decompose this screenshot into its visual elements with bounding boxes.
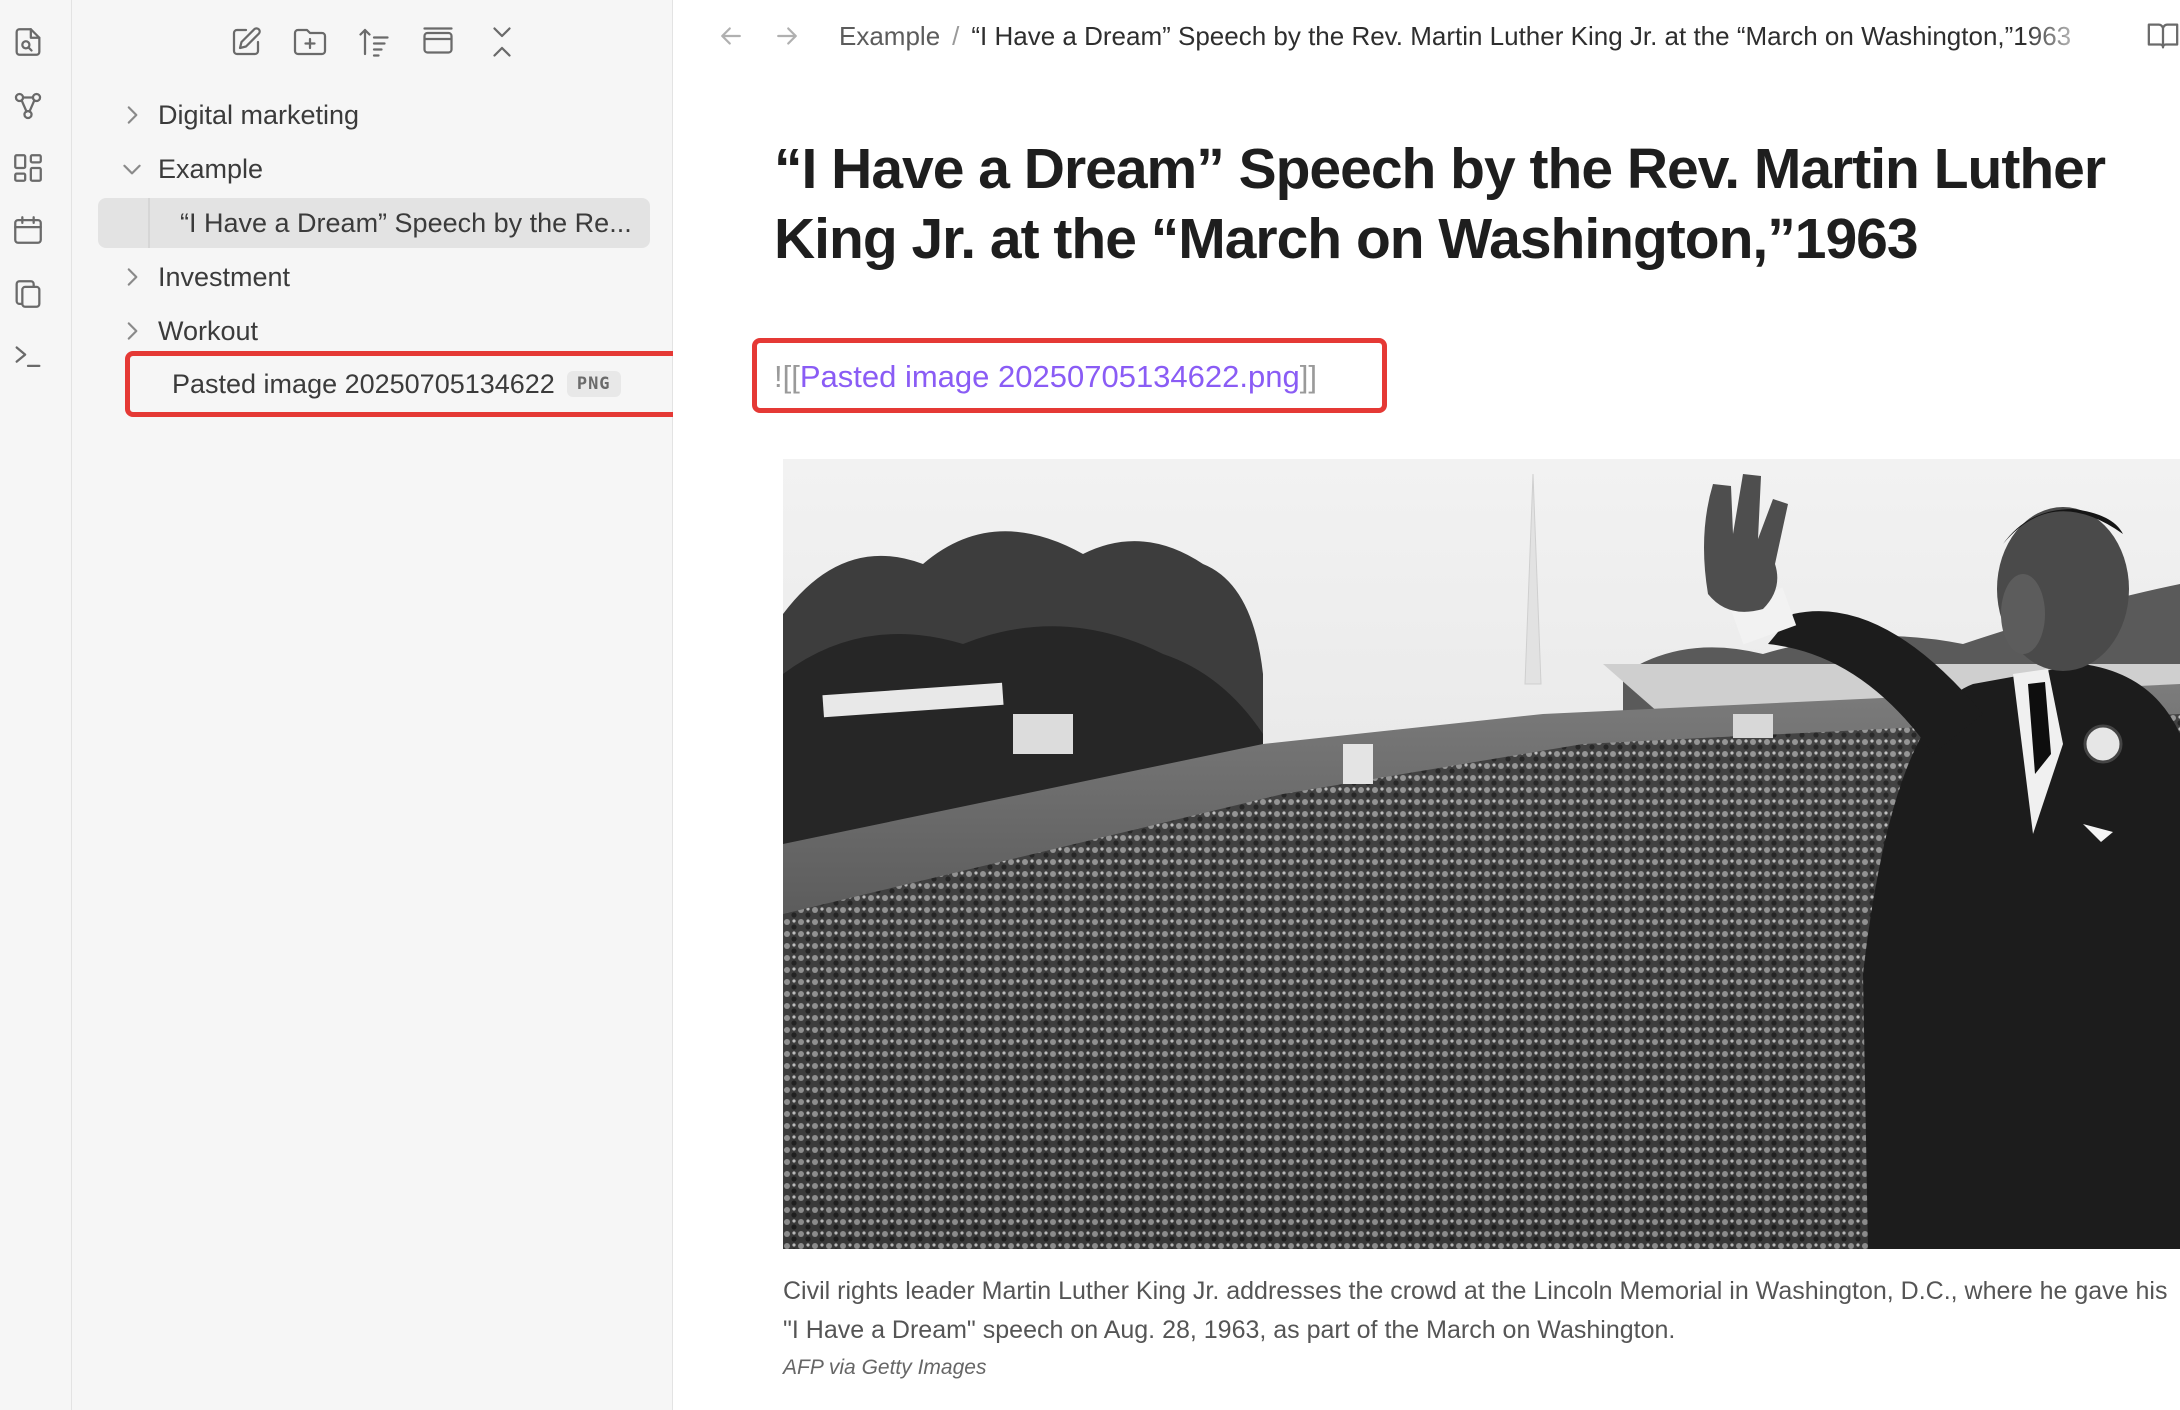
tree-note-i-have-a-dream[interactable]: “I Have a Dream” Speech by the Re... — [98, 198, 650, 248]
note-title[interactable]: “I Have a Dream” Speech by the Rev. Mart… — [774, 134, 2154, 274]
reading-view-icon[interactable] — [2143, 16, 2180, 56]
forward-arrow-icon[interactable] — [765, 14, 809, 58]
app-window: Digital marketing Example “I Have a Drea… — [0, 0, 2180, 1410]
breadcrumb-note-title[interactable]: “I Have a Dream” Speech by the Rev. Mart… — [971, 21, 2071, 52]
canvas-icon[interactable] — [8, 148, 48, 188]
tree-folder-example[interactable]: Example — [98, 144, 650, 194]
back-arrow-icon[interactable] — [709, 14, 753, 58]
tree-item-label: Digital marketing — [158, 99, 360, 130]
tree-item-label: Example — [158, 153, 264, 184]
chevron-right-icon[interactable] — [112, 257, 152, 297]
tree-item-label: Workout — [158, 315, 259, 346]
auto-reveal-icon[interactable] — [416, 20, 460, 64]
sort-icon[interactable] — [352, 20, 396, 64]
file-explorer-toolbar — [72, 16, 673, 66]
chevron-down-icon[interactable] — [112, 149, 152, 189]
image-caption: Civil rights leader Martin Luther King J… — [783, 1277, 2168, 1344]
tree-item-label: Investment — [158, 261, 291, 292]
new-folder-icon[interactable] — [288, 20, 332, 64]
left-ribbon — [0, 0, 72, 1410]
breadcrumb-separator: / — [952, 20, 960, 51]
tree-item-label: “I Have a Dream” Speech by the Re... — [180, 207, 632, 238]
tree-folder-investment[interactable]: Investment — [98, 252, 650, 302]
image-embed-syntax[interactable]: ![[ Pasted image 20250705134622.png ]] — [774, 352, 1317, 402]
editor-pane: Example / “I Have a Dream” Speech by the… — [673, 0, 2180, 1410]
command-palette-icon[interactable] — [8, 336, 48, 376]
embedded-photo[interactable] — [783, 414, 2180, 1249]
file-extension-badge: PNG — [566, 371, 621, 397]
chevron-right-icon[interactable] — [112, 95, 152, 135]
embed-prefix: ![[ — [774, 359, 800, 394]
embed-link[interactable]: Pasted image 20250705134622.png — [800, 359, 1300, 395]
breadcrumb-folder[interactable]: Example — [839, 21, 940, 52]
chevron-right-icon[interactable] — [112, 311, 152, 351]
tree-item-label: Pasted image 20250705134622 — [172, 368, 555, 399]
embed-suffix: ]] — [1299, 359, 1317, 394]
open-quick-switcher-icon[interactable] — [8, 22, 48, 62]
graph-view-icon[interactable] — [8, 86, 48, 126]
new-note-icon[interactable] — [224, 20, 268, 64]
image-credit: AFP via Getty Images — [783, 1356, 987, 1379]
collapse-all-icon[interactable] — [480, 20, 524, 64]
templates-icon[interactable] — [8, 274, 48, 314]
tree-folder-workout[interactable]: Workout — [98, 306, 650, 356]
file-explorer-sidebar: Digital marketing Example “I Have a Drea… — [72, 0, 700, 1410]
tree-indent-guide — [148, 198, 150, 248]
tree-file-pasted-image[interactable]: Pasted image 20250705134622 PNG — [98, 359, 650, 409]
tree-folder-digital-marketing[interactable]: Digital marketing — [98, 90, 650, 140]
breadcrumb: Example / “I Have a Dream” Speech by the… — [839, 16, 2099, 56]
daily-note-icon[interactable] — [8, 210, 48, 250]
